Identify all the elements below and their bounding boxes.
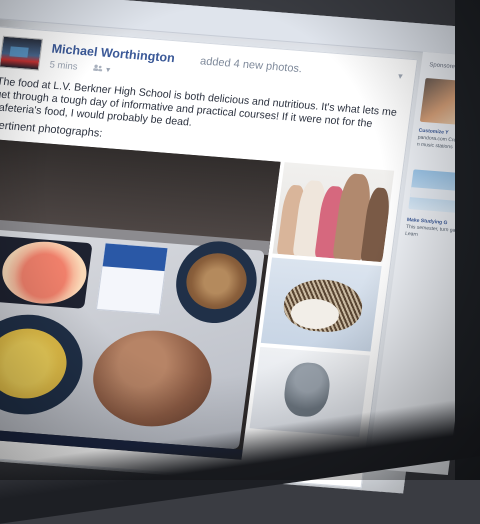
chevron-down-icon[interactable]: ▼	[104, 67, 112, 74]
photo-students[interactable]	[272, 162, 395, 263]
post-caption: Pertinent photographs:	[0, 119, 104, 140]
post-action: added 4 new photos.	[199, 55, 303, 76]
photo-lunch-tray[interactable]	[0, 139, 281, 460]
friends-icon[interactable]	[92, 64, 103, 72]
post-options-chevron-icon[interactable]: ▾	[397, 71, 403, 82]
post-time[interactable]: 5 mins	[49, 59, 78, 72]
post-meta: 5 mins ▼	[49, 59, 112, 75]
avatar[interactable]	[0, 35, 43, 71]
photo-hedgehog[interactable]	[260, 257, 382, 352]
